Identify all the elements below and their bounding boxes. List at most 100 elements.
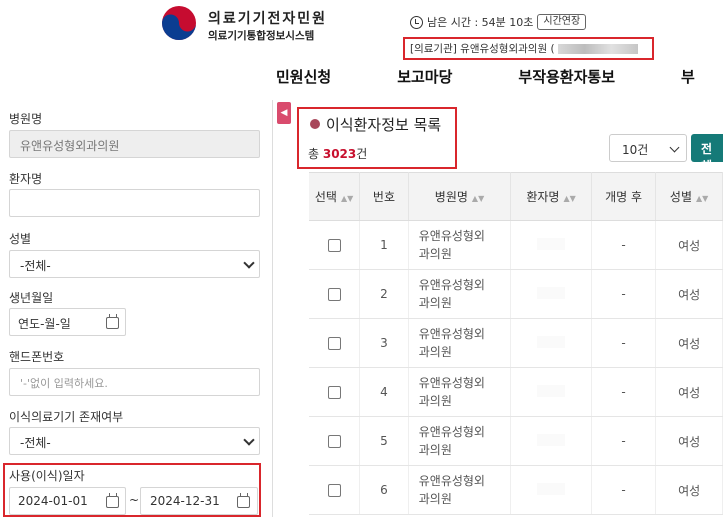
redacted-text — [537, 335, 566, 348]
row-hospital[interactable]: 유앤유성형외 과의원 — [408, 220, 512, 270]
row-gender: 여성 — [655, 367, 723, 417]
gender-select[interactable]: -전체- — [9, 250, 260, 278]
nav-item-civil-petition[interactable]: 민원신청 — [276, 66, 331, 87]
row-checkbox-cell[interactable] — [309, 416, 361, 466]
logo-title[interactable]: 의료기기전자민원 — [208, 8, 327, 28]
table-header: 선택 ▲▼ 번호 병원명 ▲▼ 환자명 ▲▼ 개명 후 성별 ▲▼ — [309, 172, 723, 221]
all-button[interactable]: 전체 — [691, 134, 723, 173]
implant-device-label: 이식의료기기 존재여부 — [9, 410, 124, 424]
row-number: 4 — [359, 367, 409, 417]
row-patient[interactable] — [510, 367, 592, 417]
row-patient[interactable] — [510, 465, 592, 515]
column-header-number[interactable]: 번호 — [359, 172, 409, 221]
column-header-renamed[interactable]: 개명 후 — [591, 172, 657, 221]
row-renamed: - — [591, 367, 657, 417]
taegeuk-logo-icon[interactable] — [160, 4, 198, 42]
chevron-down-icon — [669, 142, 680, 153]
page-size-value: 10건 — [622, 143, 649, 157]
redacted-text — [537, 384, 566, 397]
row-renamed: - — [591, 318, 657, 368]
logo-subtitle[interactable]: 의료기기통합정보시스템 — [208, 28, 314, 43]
patient-label: 환자명 — [9, 172, 43, 186]
date-to-field[interactable]: 2024-12-31 — [140, 487, 258, 515]
patient-table: 선택 ▲▼ 번호 병원명 ▲▼ 환자명 ▲▼ 개명 후 성별 ▲▼ 1 유앤유성형외 과의원… — [309, 172, 723, 515]
row-number: 3 — [359, 318, 409, 368]
date-from-field[interactable]: 2024-01-01 — [9, 487, 126, 515]
row-patient[interactable] — [510, 269, 592, 319]
row-checkbox-cell[interactable] — [309, 318, 361, 368]
nav-item-adverse-event[interactable]: 부작용환자통보 — [518, 66, 615, 87]
phone-label: 핸드폰번호 — [9, 350, 65, 364]
row-hospital[interactable]: 유앤유성형외 과의원 — [408, 465, 512, 515]
row-checkbox[interactable] — [327, 337, 341, 350]
calendar-icon[interactable] — [106, 314, 119, 329]
table-row[interactable]: 3 유앤유성형외 과의원 - 여성 — [309, 318, 723, 368]
row-hospital[interactable]: 유앤유성형외 과의원 — [408, 367, 512, 417]
total-number: 3023 — [322, 147, 357, 161]
row-checkbox-cell[interactable] — [309, 367, 361, 417]
nav-item-report[interactable]: 보고마당 — [397, 66, 452, 87]
row-gender: 여성 — [655, 416, 723, 466]
row-gender: 여성 — [655, 269, 723, 319]
total-count: 총 3023건 — [308, 145, 367, 162]
timer-icon — [410, 15, 423, 29]
institution-info: [의료기관] 유앤유성형외과의원 ( — [403, 37, 654, 60]
row-number: 1 — [359, 220, 409, 270]
hospital-field[interactable]: 유앤유성형외과의원 — [9, 130, 260, 158]
sort-icon: ▲▼ — [471, 194, 485, 203]
search-panel: 병원명 유앤유성형외과의원 환자명 성별 -전체- 생년월일 연도-월-일 핸드… — [0, 100, 270, 517]
chevron-down-icon — [243, 434, 255, 446]
row-checkbox[interactable] — [327, 484, 341, 497]
table-row[interactable]: 6 유앤유성형외 과의원 - 여성 — [309, 465, 723, 515]
nav-item-more[interactable]: 부 — [681, 66, 695, 87]
row-hospital[interactable]: 유앤유성형외 과의원 — [408, 269, 512, 319]
extend-session-button[interactable]: 시간연장 — [537, 14, 587, 30]
row-renamed: - — [591, 465, 657, 515]
implant-device-select-value: -전체- — [20, 436, 51, 450]
phone-field[interactable]: '-'없이 입력하세요. — [9, 368, 260, 396]
date-from-value: 2024-01-01 — [18, 494, 88, 508]
redacted-text — [537, 286, 566, 299]
date-to-value: 2024-12-31 — [150, 494, 220, 508]
row-patient[interactable] — [510, 318, 592, 368]
row-number: 6 — [359, 465, 409, 515]
row-patient[interactable] — [510, 416, 592, 466]
column-header-select[interactable]: 선택 ▲▼ — [309, 172, 361, 221]
redacted-text — [557, 44, 638, 54]
row-patient[interactable] — [510, 220, 592, 270]
patient-name-field[interactable] — [9, 189, 260, 217]
row-checkbox[interactable] — [327, 386, 341, 399]
birth-date-field[interactable]: 연도-월-일 — [9, 308, 126, 336]
row-checkbox-cell[interactable] — [309, 220, 361, 270]
row-number: 5 — [359, 416, 409, 466]
collapse-panel-button[interactable]: ◀ — [277, 102, 291, 124]
table-row[interactable]: 5 유앤유성형외 과의원 - 여성 — [309, 416, 723, 466]
institution-label: [의료기관] 유앤유성형외과의원 ( — [410, 43, 555, 55]
page-size-select[interactable]: 10건 — [609, 134, 687, 162]
table-row[interactable]: 2 유앤유성형외 과의원 - 여성 — [309, 269, 723, 319]
total-prefix: 총 — [308, 147, 323, 161]
column-header-patient[interactable]: 환자명 ▲▼ — [510, 172, 592, 221]
row-checkbox-cell[interactable] — [309, 269, 361, 319]
table-row[interactable]: 1 유앤유성형외 과의원 - 여성 — [309, 220, 723, 270]
gender-label: 성별 — [9, 232, 32, 246]
row-hospital[interactable]: 유앤유성형외 과의원 — [408, 318, 512, 368]
row-checkbox[interactable] — [327, 239, 341, 252]
chevron-down-icon — [243, 257, 255, 269]
column-header-gender[interactable]: 성별 ▲▼ — [655, 172, 723, 221]
redacted-text — [537, 482, 566, 495]
page: 의료기기전자민원 의료기기통합정보시스템 남은 시간 : 54분 10초 시간연… — [0, 0, 723, 517]
implant-device-select[interactable]: -전체- — [9, 427, 260, 455]
list-title: 이식환자정보 목록 — [326, 116, 442, 134]
sort-icon: ▲▼ — [563, 194, 576, 203]
row-hospital[interactable]: 유앤유성형외 과의원 — [408, 416, 512, 466]
calendar-icon[interactable] — [237, 493, 250, 508]
column-header-hospital[interactable]: 병원명 ▲▼ — [408, 172, 512, 221]
row-checkbox[interactable] — [327, 288, 341, 301]
calendar-icon[interactable] — [106, 493, 119, 508]
row-checkbox-cell[interactable] — [309, 465, 361, 515]
sort-icon: ▲▼ — [696, 194, 709, 203]
chevron-left-icon: ◀ — [280, 108, 288, 118]
row-checkbox[interactable] — [327, 435, 341, 448]
table-row[interactable]: 4 유앤유성형외 과의원 - 여성 — [309, 367, 723, 417]
